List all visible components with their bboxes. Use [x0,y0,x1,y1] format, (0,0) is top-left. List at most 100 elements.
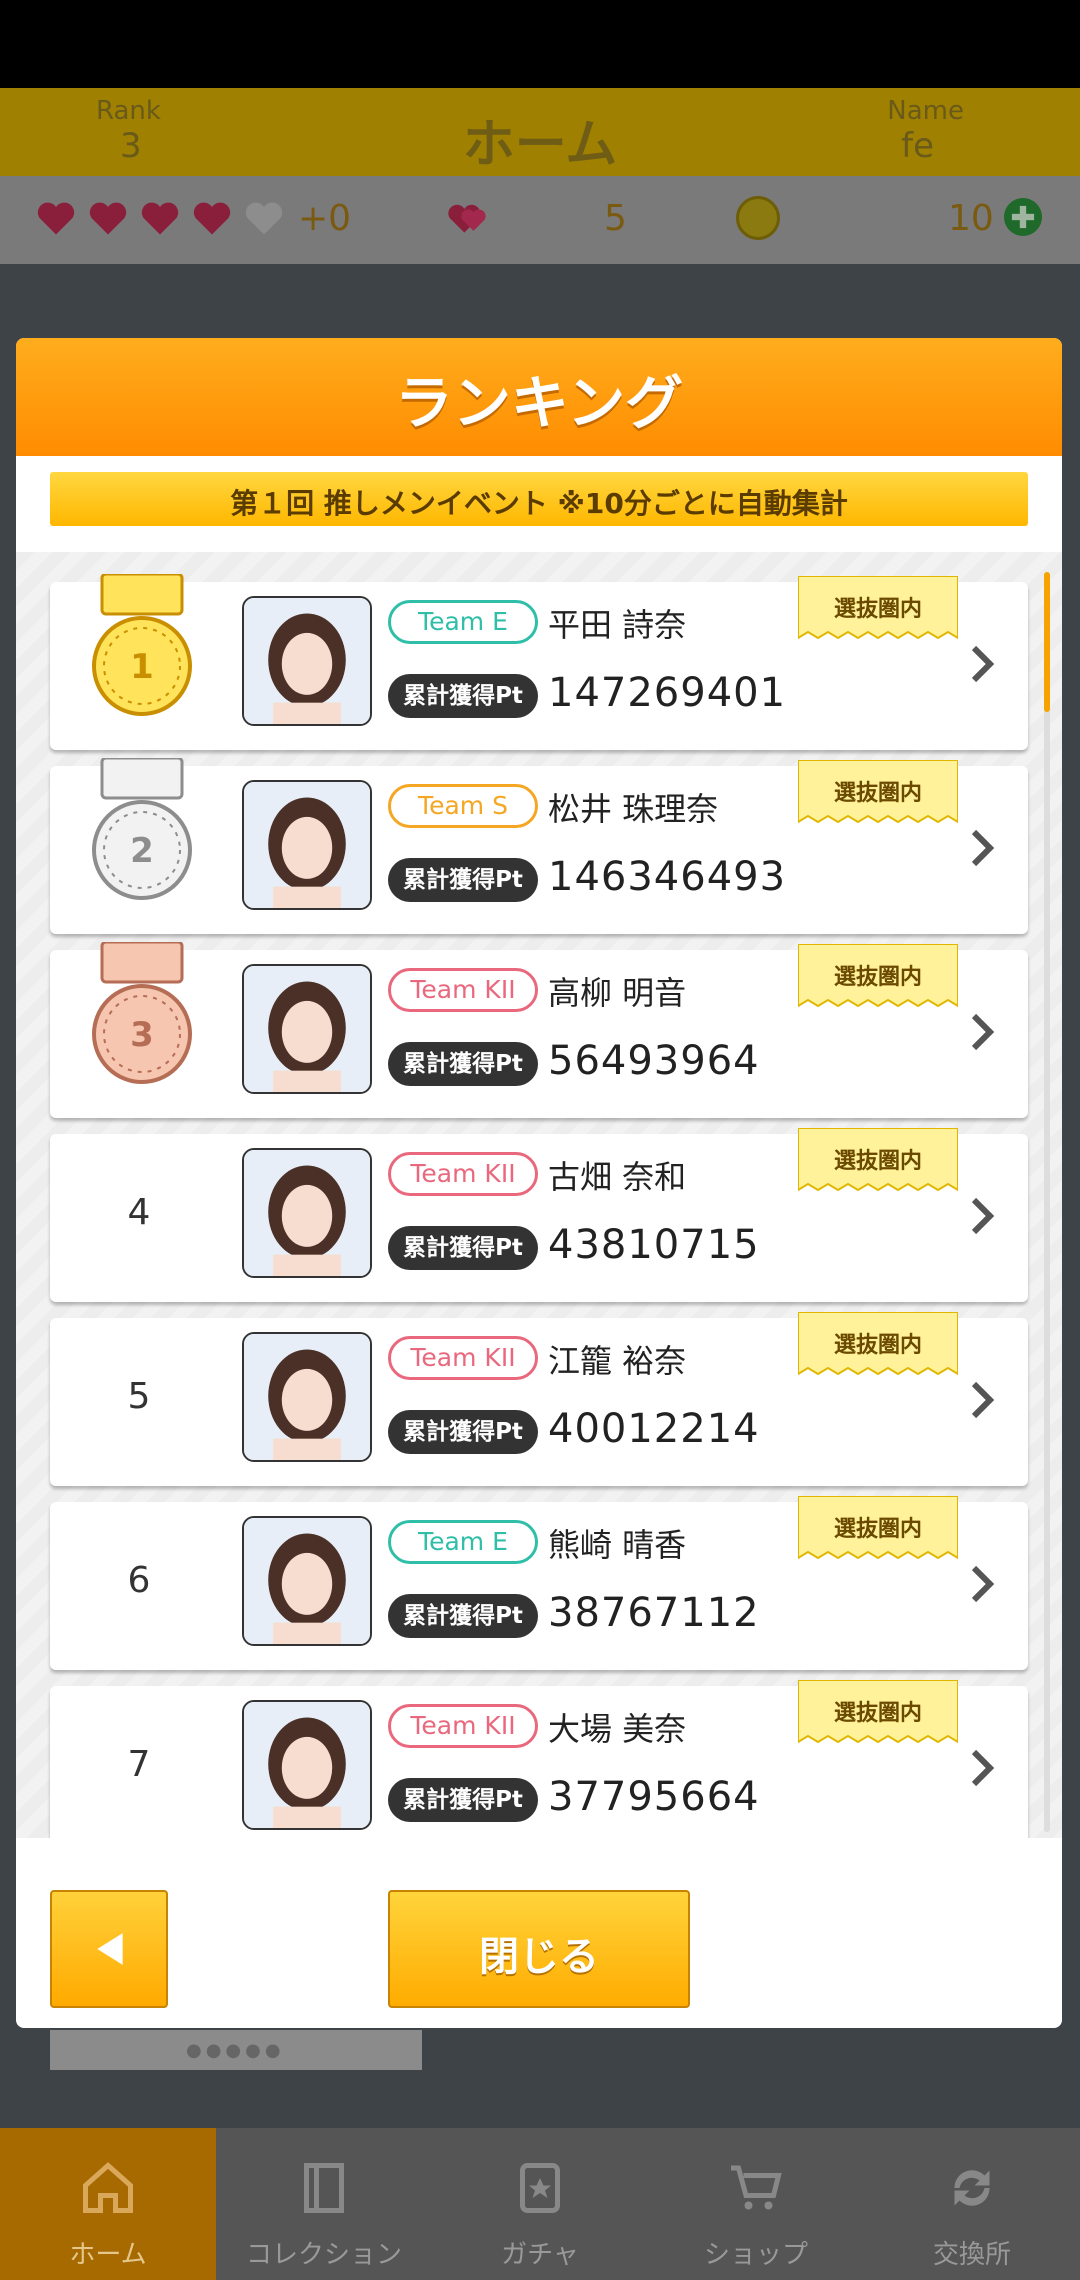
member-points: 43810715 [548,1222,760,1268]
select-zone-badge: 選抜圏内 [798,576,958,640]
member-photo [242,964,372,1094]
cart-icon [731,2165,782,2210]
team-badge: Team KII [388,1704,538,1748]
ranking-row[interactable]: 3 Team KII 累計獲得Pt 高柳 明音 56493964 選抜圏内 [50,942,1028,1118]
team-badge: Team S [388,784,538,828]
heart-icon [141,202,179,235]
member-points: 147269401 [548,670,787,716]
coin-count: 10 [948,198,994,239]
name-value: fe [901,126,934,166]
svg-text:1: 1 [130,647,154,687]
member-name: 江籠 裕奈 [548,1342,687,1380]
ranking-row[interactable]: 6 Team E 累計獲得Pt 熊崎 晴香 38767112 選抜圏内 [50,1496,1028,1670]
points-label: 累計獲得Pt [388,1778,538,1822]
member-name: 古畑 奈和 [548,1158,687,1196]
select-zone-badge: 選抜圏内 [798,1128,958,1192]
book-icon [304,2163,344,2213]
gold-medal-icon: 1 [92,574,192,716]
close-button[interactable]: 閉じる [388,1890,690,2008]
select-zone-badge: 選抜圏内 [798,760,958,824]
points-label: 累計獲得Pt [388,1042,538,1086]
member-photo [242,1332,372,1462]
points-label: 累計獲得Pt [388,674,538,718]
double-heart-icon [448,204,486,233]
close-label: 閉じる [479,1934,599,1980]
back-button[interactable] [50,1890,168,2008]
member-points: 146346493 [548,854,787,900]
member-points: 56493964 [548,1038,760,1084]
nav-gacha[interactable]: ガチャ [432,2128,648,2280]
svg-text:選抜圏内: 選抜圏内 [834,781,922,806]
nav-label: ホーム [69,2240,147,2270]
ranking-list[interactable]: 1 Team E 累計獲得Pt 平田 詩奈 147269401 選抜圏内 2 Team S 累計… [16,552,1062,1838]
select-zone-badge: 選抜圏内 [798,1312,958,1376]
chevron-right-icon [971,645,994,683]
svg-text:3: 3 [130,1015,154,1055]
arrow-left-icon [97,1933,123,1965]
ranking-row[interactable]: 5 Team KII 累計獲得Pt 江籠 裕奈 40012214 選抜圏内 [50,1312,1028,1486]
member-name: 松井 珠理奈 [548,790,719,828]
member-photo [242,596,372,726]
rank-number: 6 [127,1560,151,1601]
nav-shop[interactable]: ショップ [648,2128,864,2280]
chevron-right-icon [971,1565,994,1603]
member-photo [242,1700,372,1830]
ranking-row[interactable]: 2 Team S 累計獲得Pt 松井 珠理奈 146346493 選抜圏内 [50,758,1028,934]
chevron-right-icon [971,1381,994,1419]
scrollbar-thumb[interactable] [1044,572,1050,712]
svg-text:選抜圏内: 選抜圏内 [834,1517,922,1542]
nav-home[interactable]: ホーム [0,2128,216,2280]
bronze-medal-icon: 3 [92,942,192,1084]
modal-title-bar: ランキング [16,338,1062,456]
ranking-row[interactable]: 7 Team KII 累計獲得Pt 大場 美奈 37795664 選抜圏内 [50,1680,1028,1838]
heart-icon [193,202,231,235]
modal-title: ランキング [394,369,684,437]
team-badge: Team KII [388,1152,538,1196]
nav-label: ガチャ [501,2240,579,2270]
select-zone-badge: 選抜圏内 [798,1680,958,1744]
svg-text:2: 2 [130,831,154,871]
svg-text:選抜圏内: 選抜圏内 [834,965,922,990]
member-name: 平田 詩奈 [548,606,687,644]
page-dots: ●●●●● [186,2040,285,2061]
home-icon [83,2162,133,2213]
member-photo [242,1516,372,1646]
bottom-nav: ホーム コレクション ガチャ ショップ 交換所 [0,2128,1080,2280]
name-label: Name [887,96,964,126]
select-zone-badge: 選抜圏内 [798,1496,958,1560]
rank-number: 7 [127,1744,151,1785]
event-banner: 第１回 推しメンイベント ※10分ごとに自動集計 [50,472,1028,526]
add-coin-icon[interactable] [1004,198,1042,236]
scrollbar-track[interactable] [1044,572,1050,1832]
hearts-extra: +0 [298,198,352,239]
rank-number: 4 [127,1192,151,1233]
gem-count: 5 [604,198,627,239]
chevron-right-icon [971,1749,994,1787]
event-banner-text: 第１回 推しメンイベント ※10分ごとに自動集計 [230,487,848,520]
heart-icon [37,202,75,235]
nav-label: コレクション [245,2240,402,2270]
ranking-row[interactable]: 1 Team E 累計獲得Pt 平田 詩奈 147269401 選抜圏内 [50,574,1028,750]
member-name: 高柳 明音 [548,974,687,1012]
team-badge: Team KII [388,1336,538,1380]
chevron-right-icon [971,1197,994,1235]
team-badge: Team KII [388,968,538,1012]
member-name: 熊崎 晴香 [548,1526,687,1564]
svg-text:選抜圏内: 選抜圏内 [834,1149,922,1174]
team-badge: Team E [388,1520,538,1564]
svg-text:選抜圏内: 選抜圏内 [834,1333,922,1358]
exchange-icon [954,2170,990,2206]
member-photo [242,780,372,910]
member-photo [242,1148,372,1278]
member-points: 37795664 [548,1774,760,1820]
nav-exchange[interactable]: 交換所 [864,2128,1080,2280]
ranking-row[interactable]: 4 Team KII 累計獲得Pt 古畑 奈和 43810715 選抜圏内 [50,1128,1028,1302]
chevron-right-icon [971,1013,994,1051]
points-label: 累計獲得Pt [388,1226,538,1270]
nav-collection[interactable]: コレクション [216,2128,432,2280]
svg-text:選抜圏内: 選抜圏内 [834,597,922,622]
heart-icon [89,202,127,235]
points-label: 累計獲得Pt [388,1594,538,1638]
points-label: 累計獲得Pt [388,1410,538,1454]
ranking-modal: ランキング 第１回 推しメンイベント ※10分ごとに自動集計 1 Team E 累計… [16,338,1062,2028]
